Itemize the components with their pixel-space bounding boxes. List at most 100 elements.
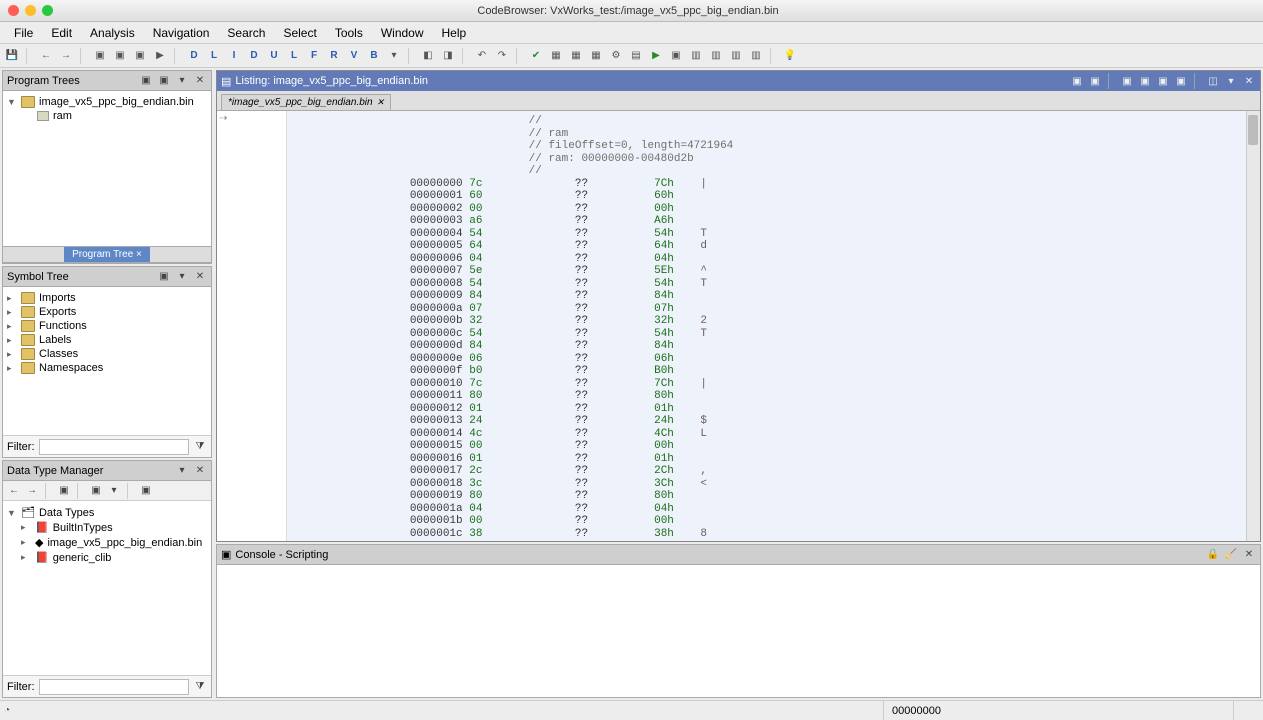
dtm-opt-icon[interactable]: ▾ — [107, 484, 121, 498]
dtm-collapse-icon[interactable]: ▣ — [57, 484, 71, 498]
listing-split-icon[interactable]: ◫ — [1206, 74, 1220, 88]
dtm-back-icon[interactable]: ← — [7, 484, 21, 498]
misc-icon[interactable]: ▥ — [688, 48, 704, 64]
dtm-item-builtin[interactable]: ▸📕BuiltInTypes — [7, 520, 207, 535]
tree-root[interactable]: ▼ image_vx5_ppc_big_endian.bin — [7, 95, 207, 109]
dtm-forward-icon[interactable]: → — [25, 484, 39, 498]
maximize-icon[interactable] — [42, 5, 53, 16]
menu-search[interactable]: Search — [219, 24, 273, 42]
l2-icon[interactable]: L — [286, 48, 302, 64]
pt-action3-icon[interactable]: ▾ — [175, 74, 189, 88]
symbol-item-namespaces[interactable]: ▸Namespaces — [7, 361, 207, 375]
script-icon[interactable]: ▤ — [628, 48, 644, 64]
dtm-filter-icon[interactable]: ▣ — [89, 484, 103, 498]
grid3-icon[interactable]: ▦ — [588, 48, 604, 64]
nav4-icon[interactable]: ▶ — [152, 48, 168, 64]
close-icon[interactable]: ✕ — [377, 97, 385, 108]
tool-icon[interactable]: ◧ — [420, 48, 436, 64]
filter-icon[interactable]: ⧩ — [193, 440, 207, 454]
program-tree-tab[interactable]: Program Tree × — [64, 247, 150, 262]
dtm-root[interactable]: ▼🗂Data Types — [7, 505, 207, 520]
b-icon[interactable]: B — [366, 48, 382, 64]
play-icon[interactable]: ▶ — [648, 48, 664, 64]
l-icon[interactable]: L — [206, 48, 222, 64]
back-icon[interactable]: ← — [38, 48, 54, 64]
d-icon[interactable]: D — [186, 48, 202, 64]
listing-code[interactable]: // // ram // fileOffset=0, length=472196… — [287, 111, 1260, 541]
listing-action-icon[interactable]: ▣ — [1070, 74, 1084, 88]
undo-icon[interactable]: ↶ — [474, 48, 490, 64]
minimize-icon[interactable] — [25, 5, 36, 16]
dtm-item-program[interactable]: ▸◆image_vx5_ppc_big_endian.bin — [7, 535, 207, 550]
bulb-icon[interactable]: 💡 — [782, 48, 798, 64]
listing-action3-icon[interactable]: ▣ — [1120, 74, 1134, 88]
misc2-icon[interactable]: ▥ — [708, 48, 724, 64]
console-body[interactable] — [217, 565, 1260, 697]
st-action-icon[interactable]: ▣ — [157, 270, 171, 284]
tool2-icon[interactable]: ◨ — [440, 48, 456, 64]
f-icon[interactable]: F — [306, 48, 322, 64]
grid-icon[interactable]: ▦ — [548, 48, 564, 64]
nav3-icon[interactable]: ▣ — [132, 48, 148, 64]
u-icon[interactable]: U — [266, 48, 282, 64]
scrollbar-thumb[interactable] — [1248, 115, 1258, 145]
forward-icon[interactable]: → — [58, 48, 74, 64]
check-icon[interactable]: ✔ — [528, 48, 544, 64]
r-icon[interactable]: R — [326, 48, 342, 64]
close-icon[interactable] — [8, 5, 19, 16]
menu-analysis[interactable]: Analysis — [82, 24, 143, 42]
symbol-item-classes[interactable]: ▸Classes — [7, 347, 207, 361]
window-controls[interactable] — [0, 5, 53, 16]
listing-menu-icon[interactable]: ▾ — [1224, 74, 1238, 88]
close-icon[interactable]: ✕ — [1242, 74, 1256, 88]
st-action2-icon[interactable]: ▾ — [175, 270, 189, 284]
stop-icon[interactable]: ▣ — [668, 48, 684, 64]
d2-icon[interactable]: D — [246, 48, 262, 64]
tree-child[interactable]: ram — [7, 109, 207, 123]
listing-action6-icon[interactable]: ▣ — [1174, 74, 1188, 88]
grid2-icon[interactable]: ▦ — [568, 48, 584, 64]
symbol-item-functions[interactable]: ▸Functions — [7, 319, 207, 333]
symbol-item-imports[interactable]: ▸Imports — [7, 291, 207, 305]
filter-icon[interactable]: ⧩ — [193, 680, 207, 694]
nav-icon[interactable]: ▣ — [92, 48, 108, 64]
close-icon[interactable]: ✕ — [193, 270, 207, 284]
v-icon[interactable]: V — [346, 48, 362, 64]
dtm-menu-icon[interactable]: ▾ — [175, 464, 189, 478]
dtm-filter-input[interactable] — [39, 679, 190, 695]
console-clear-icon[interactable]: 🧹 — [1224, 548, 1238, 562]
listing-action5-icon[interactable]: ▣ — [1156, 74, 1170, 88]
gear-icon[interactable]: ⚙ — [608, 48, 624, 64]
menu-select[interactable]: Select — [275, 24, 324, 42]
i-icon[interactable]: I — [226, 48, 242, 64]
pt-action-icon[interactable]: ▣ — [139, 74, 153, 88]
dtm-title: Data Type Manager — [7, 465, 171, 477]
close-icon[interactable]: ✕ — [193, 74, 207, 88]
symbol-filter-input[interactable] — [39, 439, 190, 455]
misc3-icon[interactable]: ▥ — [728, 48, 744, 64]
menu-tools[interactable]: Tools — [327, 24, 371, 42]
listing-tab[interactable]: *image_vx5_ppc_big_endian.bin ✕ — [221, 94, 391, 110]
vertical-scrollbar[interactable] — [1246, 111, 1260, 541]
misc4-icon[interactable]: ▥ — [748, 48, 764, 64]
nav2-icon[interactable]: ▣ — [112, 48, 128, 64]
pt-action2-icon[interactable]: ▣ — [157, 74, 171, 88]
expand-icon[interactable]: ▼ — [7, 97, 17, 107]
close-icon[interactable]: ✕ — [193, 464, 207, 478]
symbol-item-exports[interactable]: ▸Exports — [7, 305, 207, 319]
symbol-item-labels[interactable]: ▸Labels — [7, 333, 207, 347]
menu-edit[interactable]: Edit — [43, 24, 80, 42]
dropdown-icon[interactable]: ▾ — [386, 48, 402, 64]
menu-help[interactable]: Help — [434, 24, 475, 42]
save-icon[interactable]: 💾 — [4, 48, 20, 64]
dtm-item-generic[interactable]: ▸📕generic_clib — [7, 550, 207, 565]
listing-action4-icon[interactable]: ▣ — [1138, 74, 1152, 88]
dtm-expand-icon[interactable]: ▣ — [139, 484, 153, 498]
menu-file[interactable]: File — [6, 24, 41, 42]
menu-window[interactable]: Window — [373, 24, 432, 42]
redo-icon[interactable]: ↷ — [494, 48, 510, 64]
listing-action2-icon[interactable]: ▣ — [1088, 74, 1102, 88]
close-icon[interactable]: ✕ — [1242, 548, 1256, 562]
console-action-icon[interactable]: 🔒 — [1206, 548, 1220, 562]
menu-navigation[interactable]: Navigation — [145, 24, 218, 42]
